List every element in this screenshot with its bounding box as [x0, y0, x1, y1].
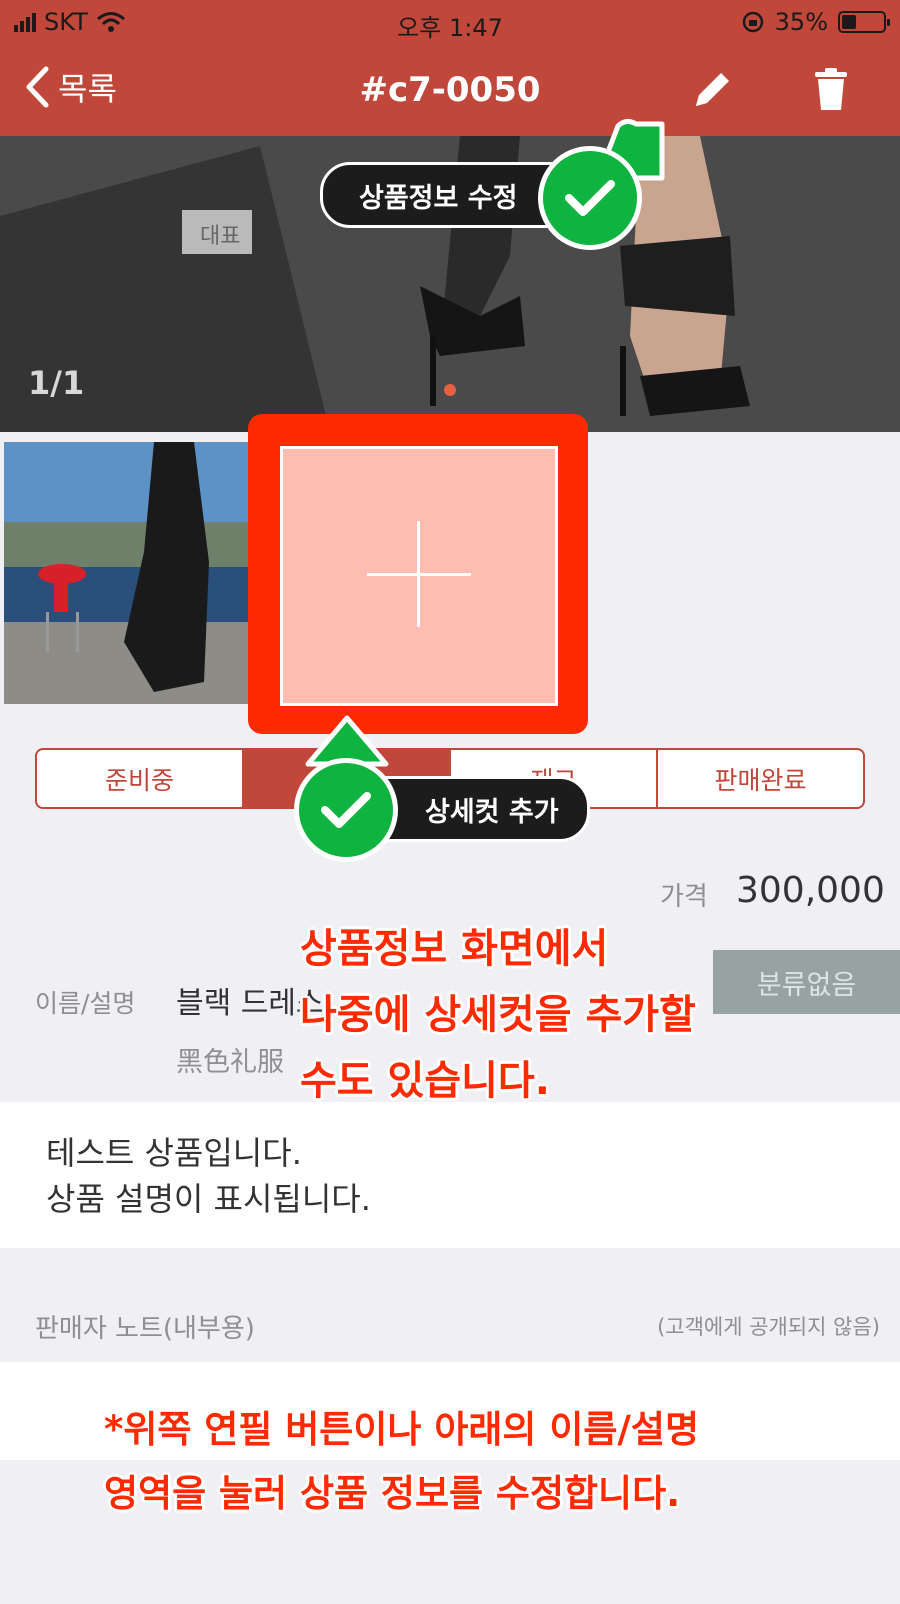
thumbnail-image: [4, 442, 250, 704]
product-description[interactable]: 테스트 상품입니다. 상품 설명이 표시됩니다.: [0, 1102, 900, 1248]
page-title: #c7-0050: [359, 70, 541, 110]
seller-note-hint: (고객에게 공개되지 않음): [657, 1315, 880, 1339]
annotation-main-line-2: 나중에 상세컷을 추가할: [300, 992, 696, 1038]
description-line-1: 테스트 상품입니다.: [46, 1134, 302, 1172]
main-photo-thumbnail[interactable]: [4, 442, 250, 704]
annotation-main-line-1: 상품정보 화면에서: [300, 926, 609, 972]
description-line-2: 상품 설명이 표시됩니다.: [46, 1180, 371, 1218]
pencil-icon: [696, 73, 729, 106]
annotation-note-line-1: *위쪽 연필 버튼이나 아래의 이름/설명: [104, 1408, 699, 1451]
name-label: 이름/설명: [35, 989, 136, 1018]
price-value[interactable]: 300,000: [736, 870, 885, 911]
nav-bar: 목록 #c7-0050: [0, 44, 900, 136]
add-photo-button[interactable]: [280, 446, 558, 706]
trash-icon: [815, 68, 847, 110]
price-label: 가격: [660, 882, 708, 912]
rotation-lock-icon: [742, 11, 763, 33]
battery-icon: [838, 11, 890, 33]
photo-counter: 1/1: [28, 364, 85, 402]
category-button[interactable]: 분류없음: [713, 950, 900, 1014]
back-label: 목록: [58, 70, 117, 108]
callout-add-detail-label: 상세컷 추가: [425, 796, 559, 828]
plus-icon-vertical: [417, 521, 420, 627]
tab-sold-out[interactable]: 판매완료: [656, 750, 863, 807]
product-name-translated[interactable]: 黑色礼服: [176, 1040, 284, 1079]
callout-edit-info-label: 상품정보 수정: [359, 182, 518, 214]
annotation-main-line-3: 수도 있습니다.: [300, 1058, 550, 1104]
status-bar: SKT 오후 1:47 35%: [0, 0, 900, 44]
annotation-main: 상품정보 화면에서 나중에 상세컷을 추가할 수도 있습니다.: [300, 916, 696, 1114]
annotation-note-line-2: 영역을 눌러 상품 정보를 수정합니다.: [104, 1472, 681, 1515]
battery-fill: [842, 15, 856, 29]
status-right: 35%: [741, 8, 890, 36]
seller-note-label: 판매자 노트(내부용): [35, 1314, 255, 1344]
tab-preparing[interactable]: 준비중: [37, 750, 242, 807]
main-photo-badge: 대표: [182, 210, 252, 254]
check-icon-middle: [294, 758, 398, 862]
check-icon-top: [538, 146, 642, 250]
back-button[interactable]: 목록: [24, 64, 117, 110]
annotation-note: *위쪽 연필 버튼이나 아래의 이름/설명 영역을 눌러 상품 정보를 수정합니…: [104, 1398, 699, 1526]
edit-button[interactable]: [688, 64, 738, 114]
chevron-left-icon: [26, 66, 49, 108]
battery-percent: 35%: [774, 8, 828, 36]
page-indicator-dot: [444, 384, 456, 396]
delete-button[interactable]: [806, 64, 856, 114]
